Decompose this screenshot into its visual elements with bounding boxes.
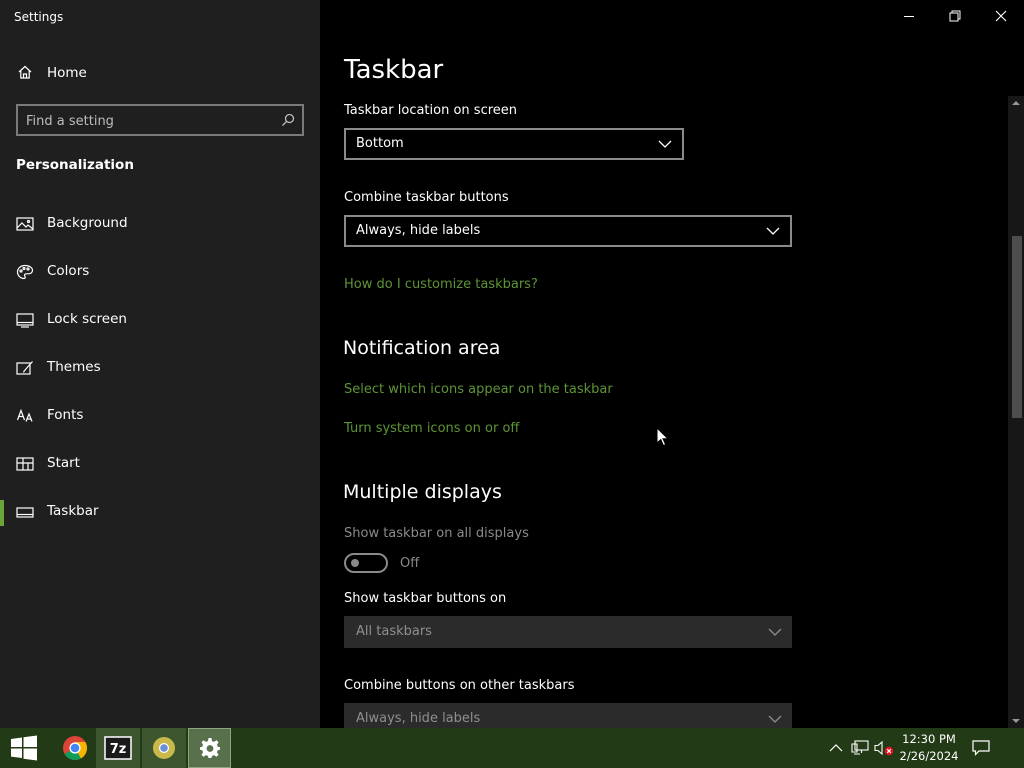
sidebar-item-lock-screen[interactable]: Lock screen [0, 300, 320, 340]
combine-label: Combine taskbar buttons [344, 190, 509, 205]
fonts-icon [16, 408, 33, 422]
sidebar-item-label: Start [47, 455, 80, 471]
sidebar-item-start[interactable]: Start [0, 444, 320, 484]
nav-home-label: Home [47, 65, 87, 81]
network-icon [851, 740, 869, 755]
restore-icon [949, 10, 961, 22]
select-icons-link[interactable]: Select which icons appear on the taskbar [344, 382, 613, 397]
search-icon[interactable] [281, 113, 295, 127]
sidebar-item-themes[interactable]: Themes [0, 348, 320, 388]
volume-tray-button[interactable] [874, 738, 894, 758]
taskbar-clock[interactable]: 12:30 PM 2/26/2024 [896, 731, 962, 765]
restore-button[interactable] [932, 0, 978, 32]
close-icon [995, 10, 1007, 22]
sidebar-item-label: Background [47, 215, 128, 231]
sidebar-item-taskbar[interactable]: Taskbar [0, 492, 320, 532]
settings-taskbar-button[interactable] [188, 728, 231, 768]
combine-dropdown[interactable]: Always, hide labels [344, 215, 792, 247]
combine-value: Always, hide labels [356, 223, 481, 238]
app-title: Settings [14, 10, 64, 24]
chevron-down-icon [768, 628, 782, 636]
location-value: Bottom [356, 136, 404, 151]
toggle-knob [351, 559, 359, 567]
taskbar-icon [16, 507, 34, 518]
sidebar-item-label: Taskbar [47, 503, 99, 519]
notification-icon [972, 740, 990, 756]
nav-home[interactable]: Home [0, 58, 320, 88]
show-all-displays-toggle[interactable] [344, 553, 388, 573]
chrome-alt-icon [153, 737, 175, 759]
show-hidden-icons-button[interactable] [826, 738, 846, 758]
chevron-down-icon [658, 140, 672, 148]
network-tray-button[interactable] [850, 738, 870, 758]
chrome-taskbar-button[interactable] [51, 728, 99, 768]
main-content: Taskbar Taskbar location on screen Botto… [320, 0, 1024, 728]
customize-taskbars-link[interactable]: How do I customize taskbars? [344, 277, 538, 292]
sidebar-item-label: Lock screen [47, 311, 127, 327]
buttons-on-dropdown[interactable]: All taskbars [344, 616, 792, 648]
sidebar-item-label: Themes [47, 359, 101, 375]
close-button[interactable] [978, 0, 1024, 32]
selection-indicator [0, 500, 4, 526]
sidebar-item-label: Colors [47, 263, 90, 279]
home-icon [18, 65, 32, 79]
7zip-taskbar-button[interactable]: 7z [96, 728, 140, 768]
chrome-icon [63, 736, 88, 761]
page-title: Taskbar [344, 55, 444, 85]
location-label: Taskbar location on screen [344, 103, 518, 118]
chevron-down-icon [768, 715, 782, 723]
sidebar-item-label: Fonts [47, 407, 84, 423]
settings-sidebar: Settings Home Personalization Background… [0, 0, 320, 728]
lock-screen-icon [16, 313, 34, 328]
action-center-button[interactable] [970, 738, 992, 758]
picture-icon [16, 217, 34, 231]
volume-muted-icon [874, 740, 894, 756]
notification-area-heading: Notification area [343, 337, 501, 359]
combine-other-dropdown[interactable]: Always, hide labels [344, 703, 792, 728]
location-dropdown[interactable]: Bottom [344, 128, 684, 160]
section-title: Personalization [16, 157, 134, 173]
clock-date: 2/26/2024 [899, 749, 959, 763]
show-all-displays-label: Show taskbar on all displays [344, 526, 529, 541]
clock-time: 12:30 PM [902, 732, 956, 746]
start-button[interactable] [0, 728, 48, 768]
vertical-scrollbar[interactable] [1008, 96, 1024, 728]
chrome-alt-taskbar-button[interactable] [142, 728, 186, 768]
search-box[interactable] [16, 104, 304, 136]
multiple-displays-heading: Multiple displays [343, 481, 502, 503]
search-input[interactable] [26, 111, 276, 131]
sidebar-item-background[interactable]: Background [0, 204, 320, 244]
minimize-button[interactable] [886, 0, 932, 32]
scroll-thumb[interactable] [1012, 236, 1022, 418]
scroll-up-icon[interactable] [1011, 98, 1021, 108]
combine-other-value: Always, hide labels [356, 711, 481, 726]
mouse-cursor-icon [656, 427, 670, 447]
minimize-icon [904, 16, 914, 17]
brush-icon [16, 361, 33, 375]
scroll-down-icon[interactable] [1011, 716, 1021, 726]
chevron-up-icon [829, 744, 843, 752]
palette-icon [16, 264, 34, 280]
toggle-state: Off [400, 556, 420, 571]
7zip-icon: 7z [104, 736, 132, 760]
chevron-down-icon [766, 227, 780, 235]
windows-taskbar: 7z 12:30 PM 2/26/2024 [0, 728, 1024, 768]
settings-gear-icon [199, 738, 220, 758]
buttons-on-label: Show taskbar buttons on [344, 591, 507, 606]
combine-other-label: Combine buttons on other taskbars [344, 678, 575, 693]
system-icons-link[interactable]: Turn system icons on or off [344, 421, 519, 436]
start-tiles-icon [16, 457, 34, 471]
start-windows-icon [11, 735, 37, 761]
svg-text:7z: 7z [110, 742, 127, 757]
buttons-on-value: All taskbars [356, 624, 432, 639]
sidebar-item-colors[interactable]: Colors [0, 252, 320, 292]
sidebar-item-fonts[interactable]: Fonts [0, 396, 320, 436]
